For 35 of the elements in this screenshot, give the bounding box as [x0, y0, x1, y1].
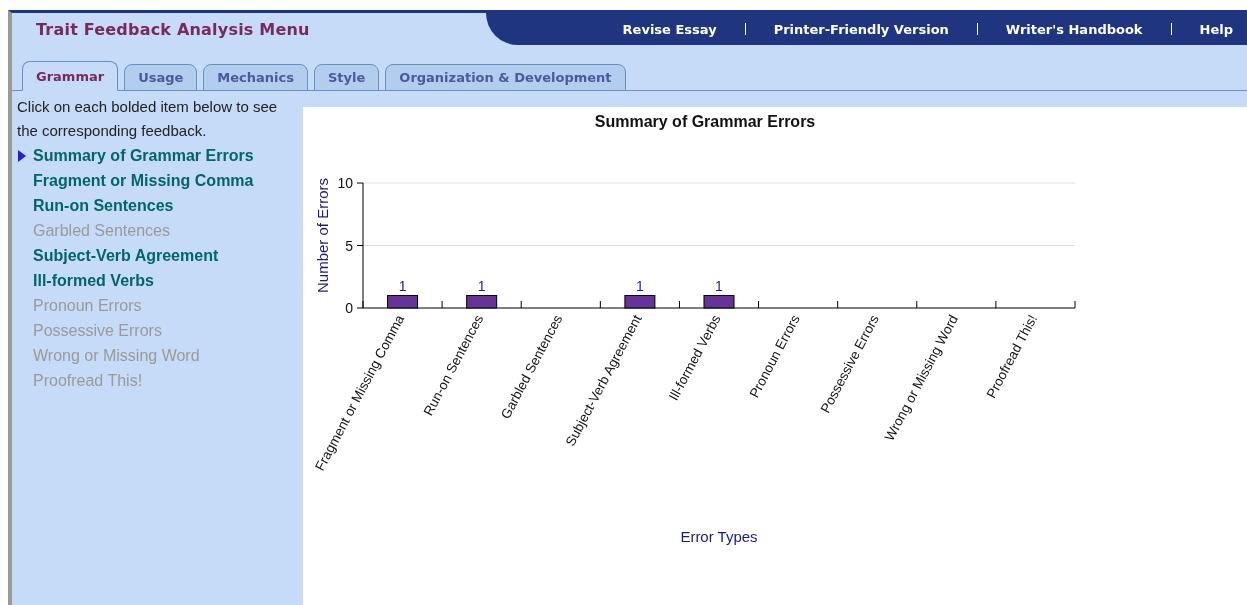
y-tick-label: 10: [337, 175, 353, 191]
bar: [703, 295, 735, 309]
sidebar-item: Possessive Errors: [32, 320, 163, 341]
sidebar-item: Proofread This!: [32, 370, 144, 391]
bar-value-label: 1: [477, 277, 486, 294]
tab[interactable]: Style: [314, 64, 380, 91]
bar-value-label: 1: [636, 277, 644, 294]
sidebar-item: Pronoun Errors: [32, 295, 143, 316]
y-tick-label: 0: [345, 300, 353, 316]
tab[interactable]: Mechanics: [203, 64, 308, 91]
page-title: Trait Feedback Analysis Menu: [35, 19, 311, 41]
nav-link[interactable]: Printer-Friendly Version: [759, 21, 963, 37]
tab[interactable]: Grammar: [22, 61, 119, 91]
chart-title: Summary of Grammar Errors: [594, 113, 816, 130]
sidebar-item: Wrong or Missing Word: [32, 345, 201, 366]
bar: [387, 295, 419, 309]
sidebar-item[interactable]: Run-on Sentences: [17, 193, 303, 218]
sidebar-item[interactable]: Fragment or Missing Comma: [17, 168, 303, 193]
y-axis-title: Number of Errors: [314, 178, 331, 293]
nav-link[interactable]: Writer's Handbook: [991, 21, 1157, 37]
tab[interactable]: Usage: [124, 64, 198, 91]
instructions-text: Click on each bolded item below to see the corresponding feedback.: [17, 97, 279, 141]
nav-link[interactable]: Help: [1185, 21, 1247, 37]
bar-value-label: 1: [398, 277, 407, 294]
tab[interactable]: Organization & Development: [385, 64, 626, 91]
bar: [624, 295, 656, 309]
sidebar-item[interactable]: Ill-formed Verbs: [17, 268, 303, 293]
sidebar-item[interactable]: Summary of Grammar Errors: [17, 143, 303, 168]
y-tick-label: 5: [345, 237, 353, 254]
sidebar-item[interactable]: Subject-Verb Agreement: [17, 243, 303, 268]
bar-value-label: 1: [715, 277, 723, 294]
sidebar-item: Garbled Sentences: [32, 220, 171, 241]
nav-link[interactable]: Revise Essay: [608, 21, 731, 37]
x-axis-title: Error Types: [680, 528, 758, 545]
bar: [466, 295, 498, 309]
